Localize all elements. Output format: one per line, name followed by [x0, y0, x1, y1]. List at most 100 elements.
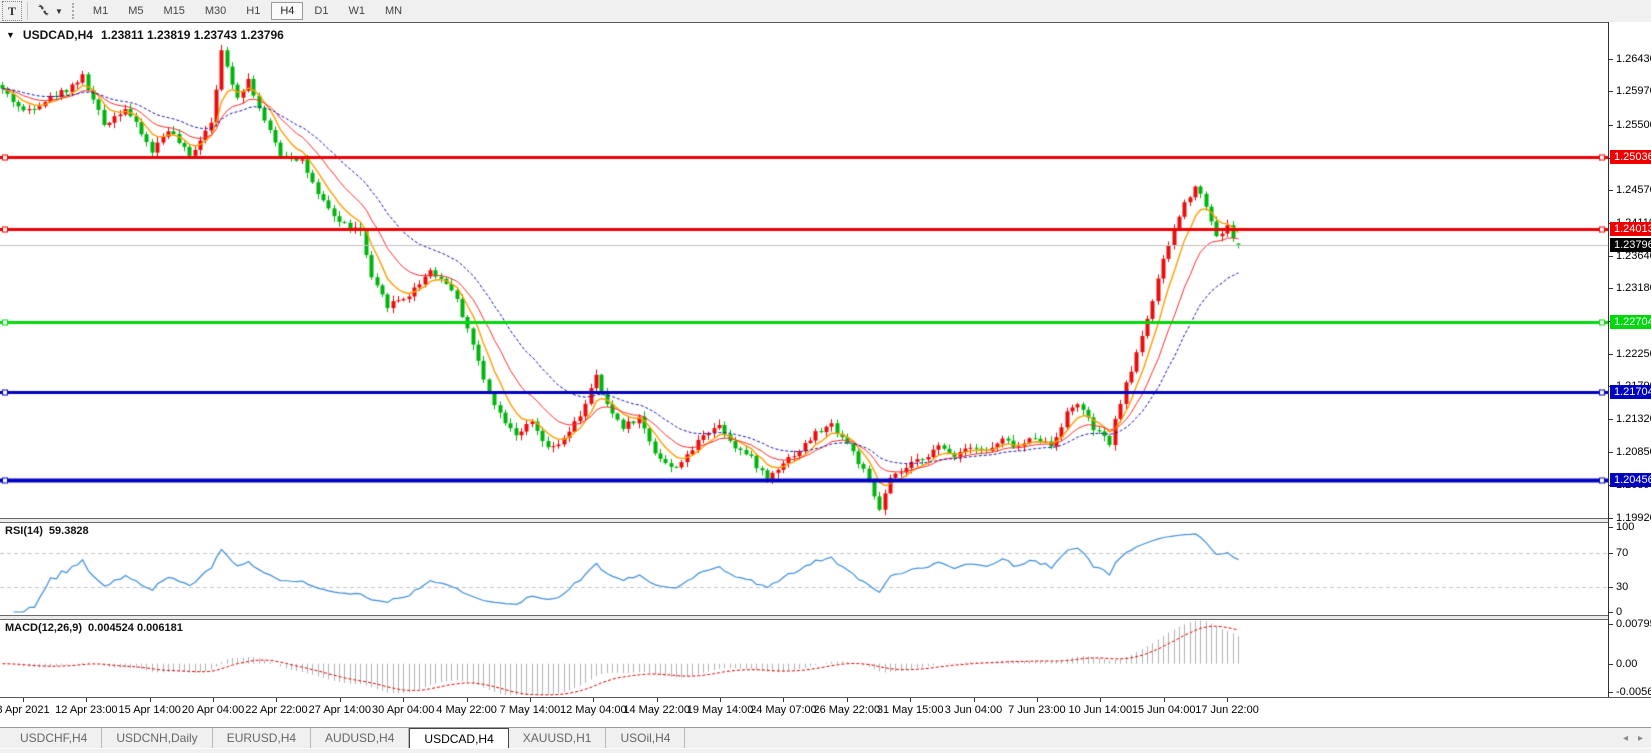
price-line-badge: 1.25036: [1610, 150, 1651, 164]
price-axis[interactable]: 1.264301.259701.255001.250301.245701.241…: [1608, 22, 1651, 697]
text-tool-button[interactable]: T: [2, 1, 22, 21]
rsi-name: RSI(14): [5, 525, 43, 537]
macd-scale-tick: [1609, 692, 1613, 693]
collapse-triangle-icon[interactable]: ▼: [6, 30, 15, 40]
chart-tab-usoil-h4[interactable]: USOil,H4: [606, 728, 685, 748]
time-tick-label: 12 May 04:00: [560, 704, 627, 716]
chart-title: ▼ USDCAD,H4 1.23811 1.23819 1.23743 1.23…: [6, 28, 284, 42]
macd-scale-label: 0.00: [1616, 658, 1637, 670]
timeframe-button-w1[interactable]: W1: [339, 2, 374, 20]
price-tick-label: 1.21320: [1616, 413, 1651, 425]
time-tick-label: 24 May 07:00: [750, 704, 817, 716]
chevron-down-icon: ▼: [55, 7, 63, 16]
time-tick-label: 31 May 15:00: [877, 704, 944, 716]
timeframe-button-m15[interactable]: M15: [154, 2, 193, 20]
rsi-value: 59.3828: [49, 525, 89, 537]
time-tick-mark: [403, 698, 404, 702]
time-tick-label: 7 Jun 23:00: [1008, 704, 1066, 716]
time-tick-mark: [783, 698, 784, 702]
timeframe-button-m5[interactable]: M5: [119, 2, 152, 20]
timeframe-button-d1[interactable]: D1: [305, 2, 337, 20]
mt4-window: T ▼ M1M5M15M30H1H4D1W1MN ▼ USDCAD,H4 1.2…: [0, 0, 1651, 753]
time-tick-mark: [847, 698, 848, 702]
cursor-tool-button[interactable]: ▼: [33, 2, 66, 20]
cursor-arrows-icon: [36, 3, 52, 20]
chart-tab-usdcad-h4[interactable]: USDCAD,H4: [409, 728, 508, 748]
top-toolbar: T ▼ M1M5M15M30H1H4D1W1MN: [0, 0, 1651, 22]
chart-tab-usdcnh-daily[interactable]: USDCNH,Daily: [102, 728, 212, 748]
price-tick-mark: [1609, 125, 1613, 126]
chart-tab-eurusd-h4[interactable]: EURUSD,H4: [213, 728, 311, 748]
time-tick-label: 26 May 22:00: [813, 704, 880, 716]
toolbar-separator: [27, 2, 28, 20]
timeframe-button-h4[interactable]: H4: [271, 2, 303, 20]
rsi-scale-label: 70: [1616, 547, 1628, 559]
time-tick-label: 19 May 14:00: [687, 704, 754, 716]
time-tick-label: 17 Jun 22:00: [1195, 704, 1259, 716]
chart-tab-usdchf-h4[interactable]: USDCHF,H4: [6, 728, 102, 748]
time-tick-label: 20 Apr 04:00: [182, 704, 244, 716]
time-tick-mark: [657, 698, 658, 702]
rsi-label: RSI(14) 59.3828: [5, 525, 89, 537]
timeframe-button-group: M1M5M15M30H1H4D1W1MN: [83, 2, 412, 20]
current-price-badge: 1.23796: [1610, 238, 1651, 252]
chart-tab-audusd-h4[interactable]: AUDUSD,H4: [311, 728, 409, 748]
price-tick-mark: [1609, 452, 1613, 453]
time-tick-mark: [340, 698, 341, 702]
tab-scroll-left-icon[interactable]: ◂: [1623, 733, 1628, 744]
rsi-scale-label: 30: [1616, 581, 1628, 593]
time-tick-label: 30 Apr 04:00: [372, 704, 434, 716]
time-tick-mark: [530, 698, 531, 702]
tab-scroll-right-icon[interactable]: ▸: [1638, 733, 1643, 744]
toolbar-grip[interactable]: [72, 3, 79, 19]
rsi-indicator-canvas[interactable]: [0, 521, 1608, 615]
price-line-badge: 1.24013: [1610, 222, 1651, 236]
macd-indicator-canvas[interactable]: [0, 618, 1608, 697]
time-tick-mark: [86, 698, 87, 702]
macd-scale-label: 0.007959: [1616, 618, 1651, 630]
price-tick-mark: [1609, 59, 1613, 60]
price-tick-label: 1.25500: [1616, 119, 1651, 131]
price-tick-mark: [1609, 91, 1613, 92]
rsi-scale-label: 100: [1616, 521, 1634, 533]
price-tick-mark: [1609, 288, 1613, 289]
timeframe-button-m30[interactable]: M30: [196, 2, 235, 20]
time-tick-label: 10 Jun 14:00: [1068, 704, 1132, 716]
status-bar: [0, 748, 1651, 753]
time-tick-mark: [1100, 698, 1101, 702]
rsi-scale-tick: [1609, 612, 1613, 613]
time-tick-label: 27 Apr 14:00: [309, 704, 371, 716]
time-tick-label: 14 May 22:00: [623, 704, 690, 716]
macd-scale-tick: [1609, 664, 1613, 665]
time-tick-label: 4 May 22:00: [436, 704, 497, 716]
macd-scale-label: -0.005663: [1616, 686, 1651, 698]
price-line-badge: 1.21704: [1610, 385, 1651, 399]
timeframe-button-m1[interactable]: M1: [84, 2, 117, 20]
price-tick-mark: [1609, 419, 1613, 420]
time-tick-mark: [1164, 698, 1165, 702]
macd-label: MACD(12,26,9) 0.004524 0.006181: [5, 622, 183, 634]
rsi-scale-label: 0: [1616, 606, 1622, 618]
price-tick-mark: [1609, 256, 1613, 257]
time-tick-mark: [467, 698, 468, 702]
time-tick-mark: [974, 698, 975, 702]
time-axis[interactable]: 8 Apr 202112 Apr 23:0015 Apr 14:0020 Apr…: [0, 698, 1651, 727]
time-tick-label: 15 Apr 14:00: [119, 704, 181, 716]
timeframe-button-mn[interactable]: MN: [376, 2, 411, 20]
price-tick-label: 1.26430: [1616, 53, 1651, 65]
chart-tab-xauusd-h1[interactable]: XAUUSD,H1: [509, 728, 607, 748]
macd-scale-tick: [1609, 624, 1613, 625]
time-tick-mark: [1037, 698, 1038, 702]
macd-values: 0.004524 0.006181: [88, 622, 183, 634]
time-tick-mark: [593, 698, 594, 702]
price-tick-label: 1.22250: [1616, 348, 1651, 360]
price-tick-mark: [1609, 354, 1613, 355]
chart-tab-bar: USDCHF,H4USDCNH,DailyEURUSD,H4AUDUSD,H4U…: [0, 727, 1651, 748]
time-tick-mark: [910, 698, 911, 702]
price-line-badge: 1.22704: [1610, 315, 1651, 329]
price-tick-label: 1.24570: [1616, 184, 1651, 196]
timeframe-button-h1[interactable]: H1: [237, 2, 269, 20]
price-chart-canvas[interactable]: [0, 23, 1608, 518]
time-tick-label: 22 Apr 22:00: [245, 704, 307, 716]
time-tick-mark: [276, 698, 277, 702]
